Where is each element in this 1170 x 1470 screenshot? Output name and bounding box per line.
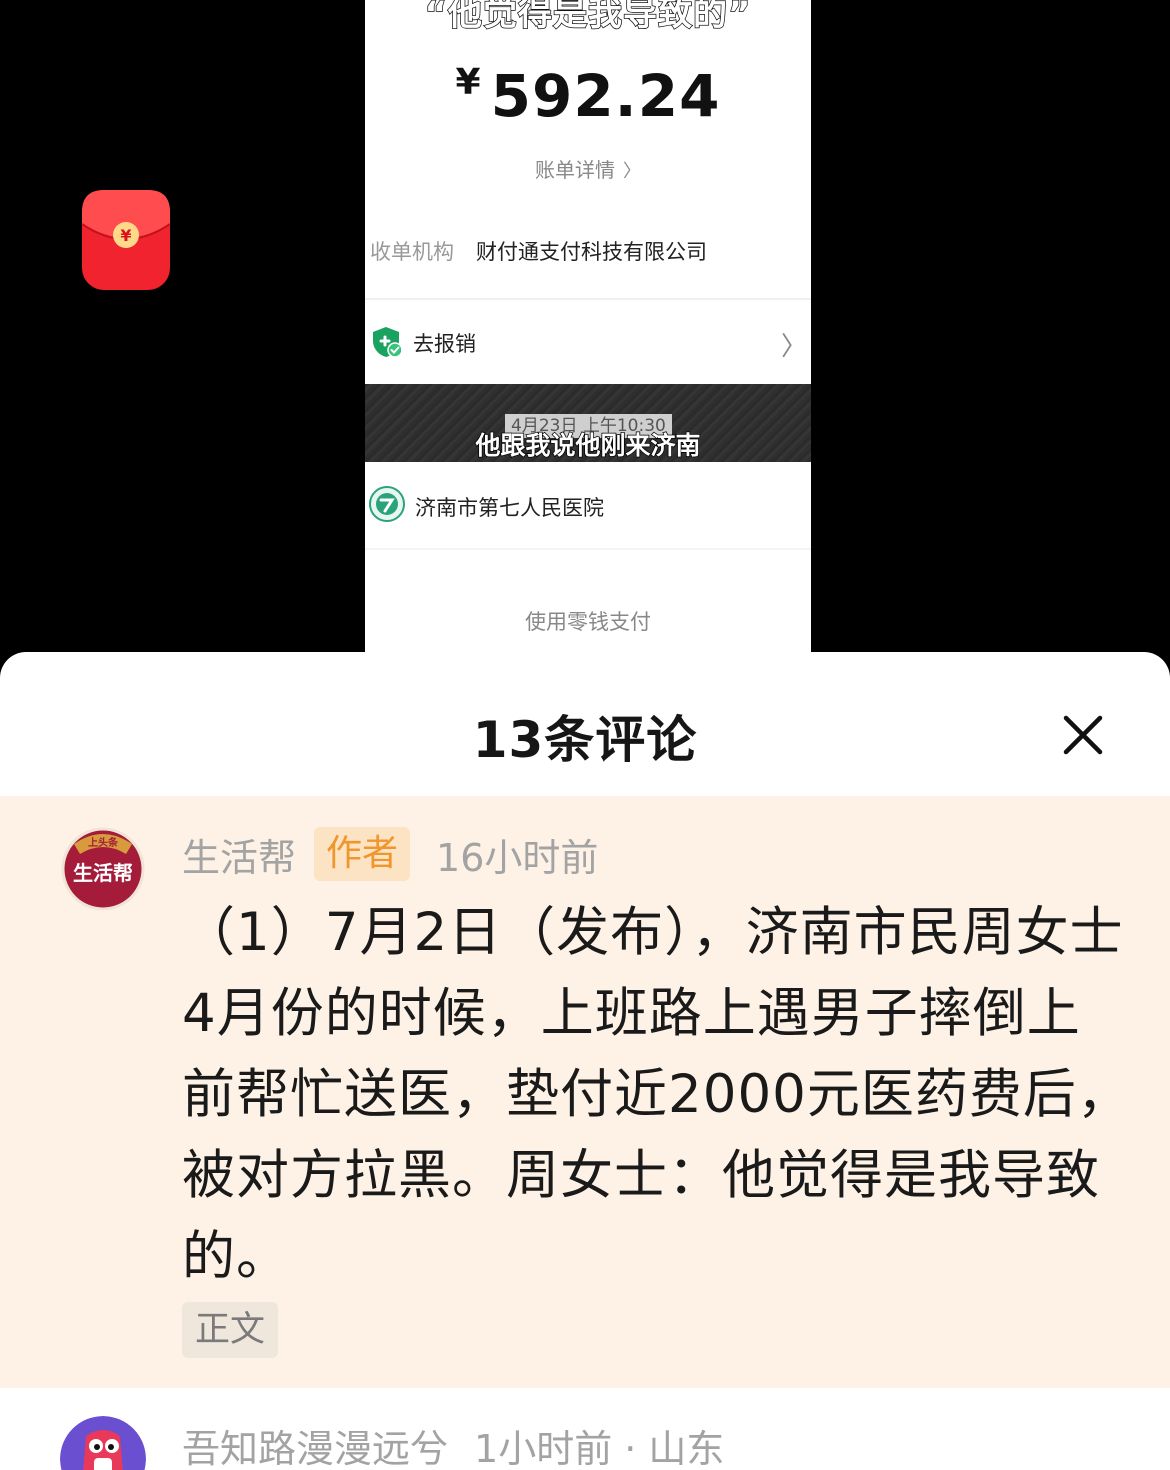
comment-text: （1）7月2日（发布），济南市民周女士4月份的时候，上班路上遇男子摔倒上前帮忙送… bbox=[182, 902, 1131, 1287]
comment-username[interactable]: 生活帮 bbox=[182, 827, 296, 882]
chevron-right-icon: 〉 bbox=[623, 161, 641, 182]
comment-item-highlighted[interactable]: 上头条 生活帮 生活帮 作者 16小时前 （1）7月2日（发布），济南市民周女士… bbox=[0, 796, 1170, 1388]
chevron-right-icon: 〉 bbox=[780, 332, 807, 362]
merchant-row: 收单机构 财付通支付科技有限公司 bbox=[370, 236, 707, 266]
video-caption-top: “他觉得是我导致的” bbox=[424, 0, 752, 35]
hospital-row: 济南市第七人民医院 bbox=[365, 462, 811, 550]
avatar[interactable] bbox=[60, 1416, 146, 1470]
comments-sheet: 13条评论 上头条 生活帮 生活帮 作者 16小时前 （1）7月2日（发布），济… bbox=[0, 652, 1170, 1470]
author-badge: 作者 bbox=[314, 827, 411, 881]
reimburse-row: 去报销 〉 bbox=[365, 300, 811, 384]
avatar-text: 生活帮 bbox=[73, 861, 133, 885]
red-packet-symbol: ¥ bbox=[120, 226, 131, 245]
avatar[interactable]: 上头条 生活帮 bbox=[58, 820, 148, 910]
video-frame: “他觉得是我导致的” ¥592.24 账单详情〉 收单机构 财付通支付科技有限公司… bbox=[365, 0, 811, 660]
comment-time-location: 1小时前 · 山东 bbox=[474, 1427, 725, 1470]
avatar-banner-text: 上头条 bbox=[88, 836, 119, 849]
shield-plus-icon bbox=[373, 327, 401, 358]
comment-username[interactable]: 吾知路漫漫远兮 bbox=[182, 1427, 448, 1470]
comment-meta: 吾知路漫漫远兮 1小时前 · 山东 bbox=[182, 1418, 724, 1470]
hospital-name: 济南市第七人民医院 bbox=[415, 496, 604, 520]
comments-header: 13条评论 bbox=[0, 652, 1170, 796]
comment-item[interactable]: 吾知路漫漫远兮 1小时前 · 山东 bbox=[0, 1388, 1170, 1470]
payment-amount: ¥592.24 bbox=[365, 62, 811, 130]
red-packet-icon[interactable]: ¥ bbox=[81, 188, 171, 292]
amount-value: 592.24 bbox=[490, 62, 721, 130]
hospital-logo-icon bbox=[369, 486, 405, 522]
comments-count-title: 13条评论 bbox=[472, 711, 698, 769]
bill-details-label: 账单详情 bbox=[535, 158, 615, 182]
video-player[interactable]: “他觉得是我导致的” ¥592.24 账单详情〉 收单机构 财付通支付科技有限公司… bbox=[0, 0, 1170, 660]
close-icon[interactable] bbox=[1062, 714, 1104, 756]
overlay-band: 4月23日 上午10:30 他跟我说他刚来济南 bbox=[365, 384, 811, 462]
currency-symbol: ¥ bbox=[455, 62, 481, 103]
merchant-value: 财付通支付科技有限公司 bbox=[476, 240, 707, 264]
comment-meta: 生活帮 作者 16小时前 bbox=[182, 826, 598, 882]
video-subtitle: 他跟我说他刚来济南 bbox=[475, 430, 702, 461]
payment-method: 使用零钱支付 bbox=[525, 610, 651, 634]
bill-details-link: 账单详情〉 bbox=[365, 154, 811, 183]
comment-time: 16小时前 bbox=[436, 835, 599, 880]
reimburse-label: 去报销 bbox=[413, 332, 476, 356]
comment-tag[interactable]: 正文 bbox=[182, 1302, 279, 1358]
merchant-label: 收单机构 bbox=[370, 240, 454, 264]
